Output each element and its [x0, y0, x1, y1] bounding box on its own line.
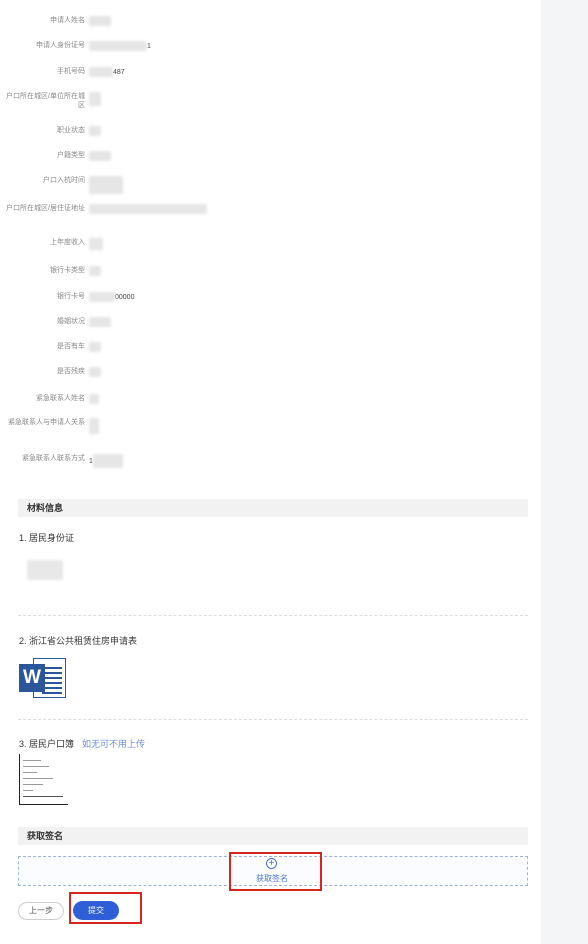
field-label: 银行卡类型: [50, 267, 85, 274]
highlight-frame-signature: [229, 852, 322, 891]
field-value: [89, 238, 103, 250]
field-label: 申请人姓名: [50, 17, 85, 24]
household-register-thumbnail[interactable]: [19, 754, 68, 805]
word-badge: W: [19, 664, 45, 692]
signature-section-header: 获取签名: [18, 827, 528, 845]
field-value: [89, 176, 123, 194]
right-side-panel: [541, 0, 588, 944]
field-label: 户口入杭时间: [43, 177, 85, 184]
field-label: 手机号码: [57, 68, 85, 75]
material-title-application-form: 2. 浙江省公共租赁住房申请表: [19, 636, 138, 646]
divider: [18, 615, 528, 616]
previous-step-button[interactable]: 上一步: [18, 902, 64, 920]
material-title-id-card: 1. 居民身份证: [19, 533, 75, 543]
divider: [18, 719, 528, 720]
field-value: [89, 394, 99, 404]
field-label: 紧急联系人姓名: [36, 395, 85, 402]
materials-section-header: 材料信息: [18, 499, 528, 517]
field-label: 职业状态: [57, 127, 85, 134]
field-label: 户口所在城区/居住证地址: [6, 205, 85, 212]
field-value: [89, 92, 101, 106]
material-title-household-register: 3. 居民户口簿 如无可不用上传: [19, 739, 146, 749]
field-value: [89, 342, 101, 352]
word-document-icon[interactable]: W: [19, 656, 67, 700]
field-label: 紧急联系人联系方式: [22, 455, 85, 462]
field-value: [89, 16, 111, 26]
id-card-thumbnail[interactable]: [19, 556, 67, 592]
field-label: 是否残疾: [57, 368, 85, 375]
field-value: 1: [89, 454, 123, 468]
field-label: 紧急联系人与申请人关系: [8, 419, 85, 426]
upload-hint: 如无可不用上传: [82, 739, 146, 749]
field-label: 婚姻状况: [57, 318, 85, 325]
field-label: 户口所在城区/单位所在城区: [6, 93, 85, 109]
field-value: [89, 418, 99, 434]
field-value: [89, 317, 111, 327]
field-label: 户籍类型: [57, 152, 85, 159]
field-label: 申请人身份证号: [36, 42, 85, 49]
field-label: 是否有车: [57, 343, 85, 350]
field-value: 00000: [89, 292, 134, 302]
highlight-frame-submit: [69, 892, 142, 924]
field-value: [89, 367, 101, 377]
field-value: [89, 266, 101, 276]
field-value: 1: [89, 41, 151, 51]
field-label: 上年度收入: [50, 239, 85, 246]
field-value: [89, 151, 111, 161]
field-value: 487: [89, 67, 125, 77]
field-value: [89, 126, 101, 136]
field-label: 银行卡号: [57, 293, 85, 300]
field-value: [89, 204, 207, 214]
